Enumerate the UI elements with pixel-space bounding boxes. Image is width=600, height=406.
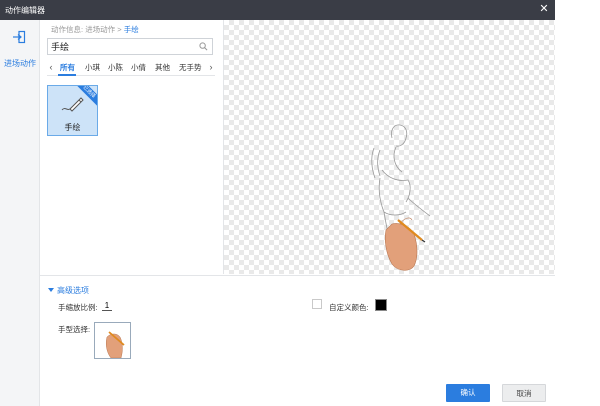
confirm-button[interactable]: 确认 — [446, 384, 490, 402]
search-box — [47, 38, 213, 55]
section-divider — [40, 275, 555, 276]
preview-canvas — [223, 20, 555, 274]
triangle-down-icon — [48, 288, 54, 292]
title-bar: 动作编辑器 ✕ — [0, 0, 555, 20]
tab-xiaoqian[interactable]: 小倩 — [131, 62, 146, 73]
tab-all[interactable]: 所有 — [60, 62, 75, 73]
hand-scale-label: 手缩放比例: — [58, 303, 98, 312]
tab-xiaoqi[interactable]: 小琪 — [85, 62, 100, 73]
breadcrumb-separator: : — [81, 25, 84, 34]
sidebar: 进场动作 — [0, 20, 40, 406]
tab-no-gesture[interactable]: 无手势 — [179, 62, 202, 73]
breadcrumb-level1[interactable]: 进场动作 — [85, 25, 115, 34]
search-icon[interactable] — [199, 42, 208, 51]
advanced-options-label: 高级选项 — [57, 286, 89, 295]
sidebar-item-entrance-action[interactable]: 进场动作 — [0, 28, 40, 74]
cancel-button[interactable]: 取消 — [502, 384, 546, 402]
tab-xiaochen[interactable]: 小陈 — [108, 62, 123, 73]
sidebar-item-label: 进场动作 — [4, 59, 36, 68]
breadcrumb-separator: > — [117, 25, 122, 34]
category-tabs: ‹ 所有 小琪 小陈 小倩 其他 无手势 › — [47, 60, 215, 76]
action-card-label: 手绘 — [64, 123, 81, 132]
outside-area — [555, 0, 600, 406]
hand-with-pencil — [384, 217, 426, 271]
active-tab-indicator — [58, 74, 76, 76]
search-input[interactable] — [51, 40, 191, 53]
color-swatch[interactable] — [375, 299, 387, 311]
breadcrumb: 动作信息: 进场动作 > 手绘 — [51, 24, 139, 35]
chevron-right-icon[interactable]: › — [207, 61, 215, 74]
hand-type-selector[interactable] — [94, 322, 131, 359]
tab-other[interactable]: 其他 — [155, 62, 170, 73]
window-title: 动作编辑器 — [5, 6, 45, 15]
hand-drawing-icon — [61, 97, 84, 112]
hand-scale-input[interactable] — [102, 300, 112, 311]
close-icon[interactable]: ✕ — [538, 3, 550, 15]
chevron-left-icon[interactable]: ‹ — [47, 61, 55, 74]
preview-sketch — [371, 124, 431, 271]
breadcrumb-root: 动作信息 — [51, 25, 81, 34]
hand-type-label: 手型选择: — [58, 325, 91, 334]
action-card-hand-drawing[interactable]: 手绘 已选择 — [47, 85, 98, 136]
custom-color-checkbox[interactable] — [312, 299, 322, 309]
enter-icon — [13, 30, 26, 44]
hand-thumbnail — [105, 331, 125, 358]
custom-color-label: 自定义颜色: — [329, 303, 369, 312]
breadcrumb-current: 手绘 — [123, 25, 139, 34]
advanced-options-toggle[interactable]: 高级选项 — [48, 285, 89, 296]
